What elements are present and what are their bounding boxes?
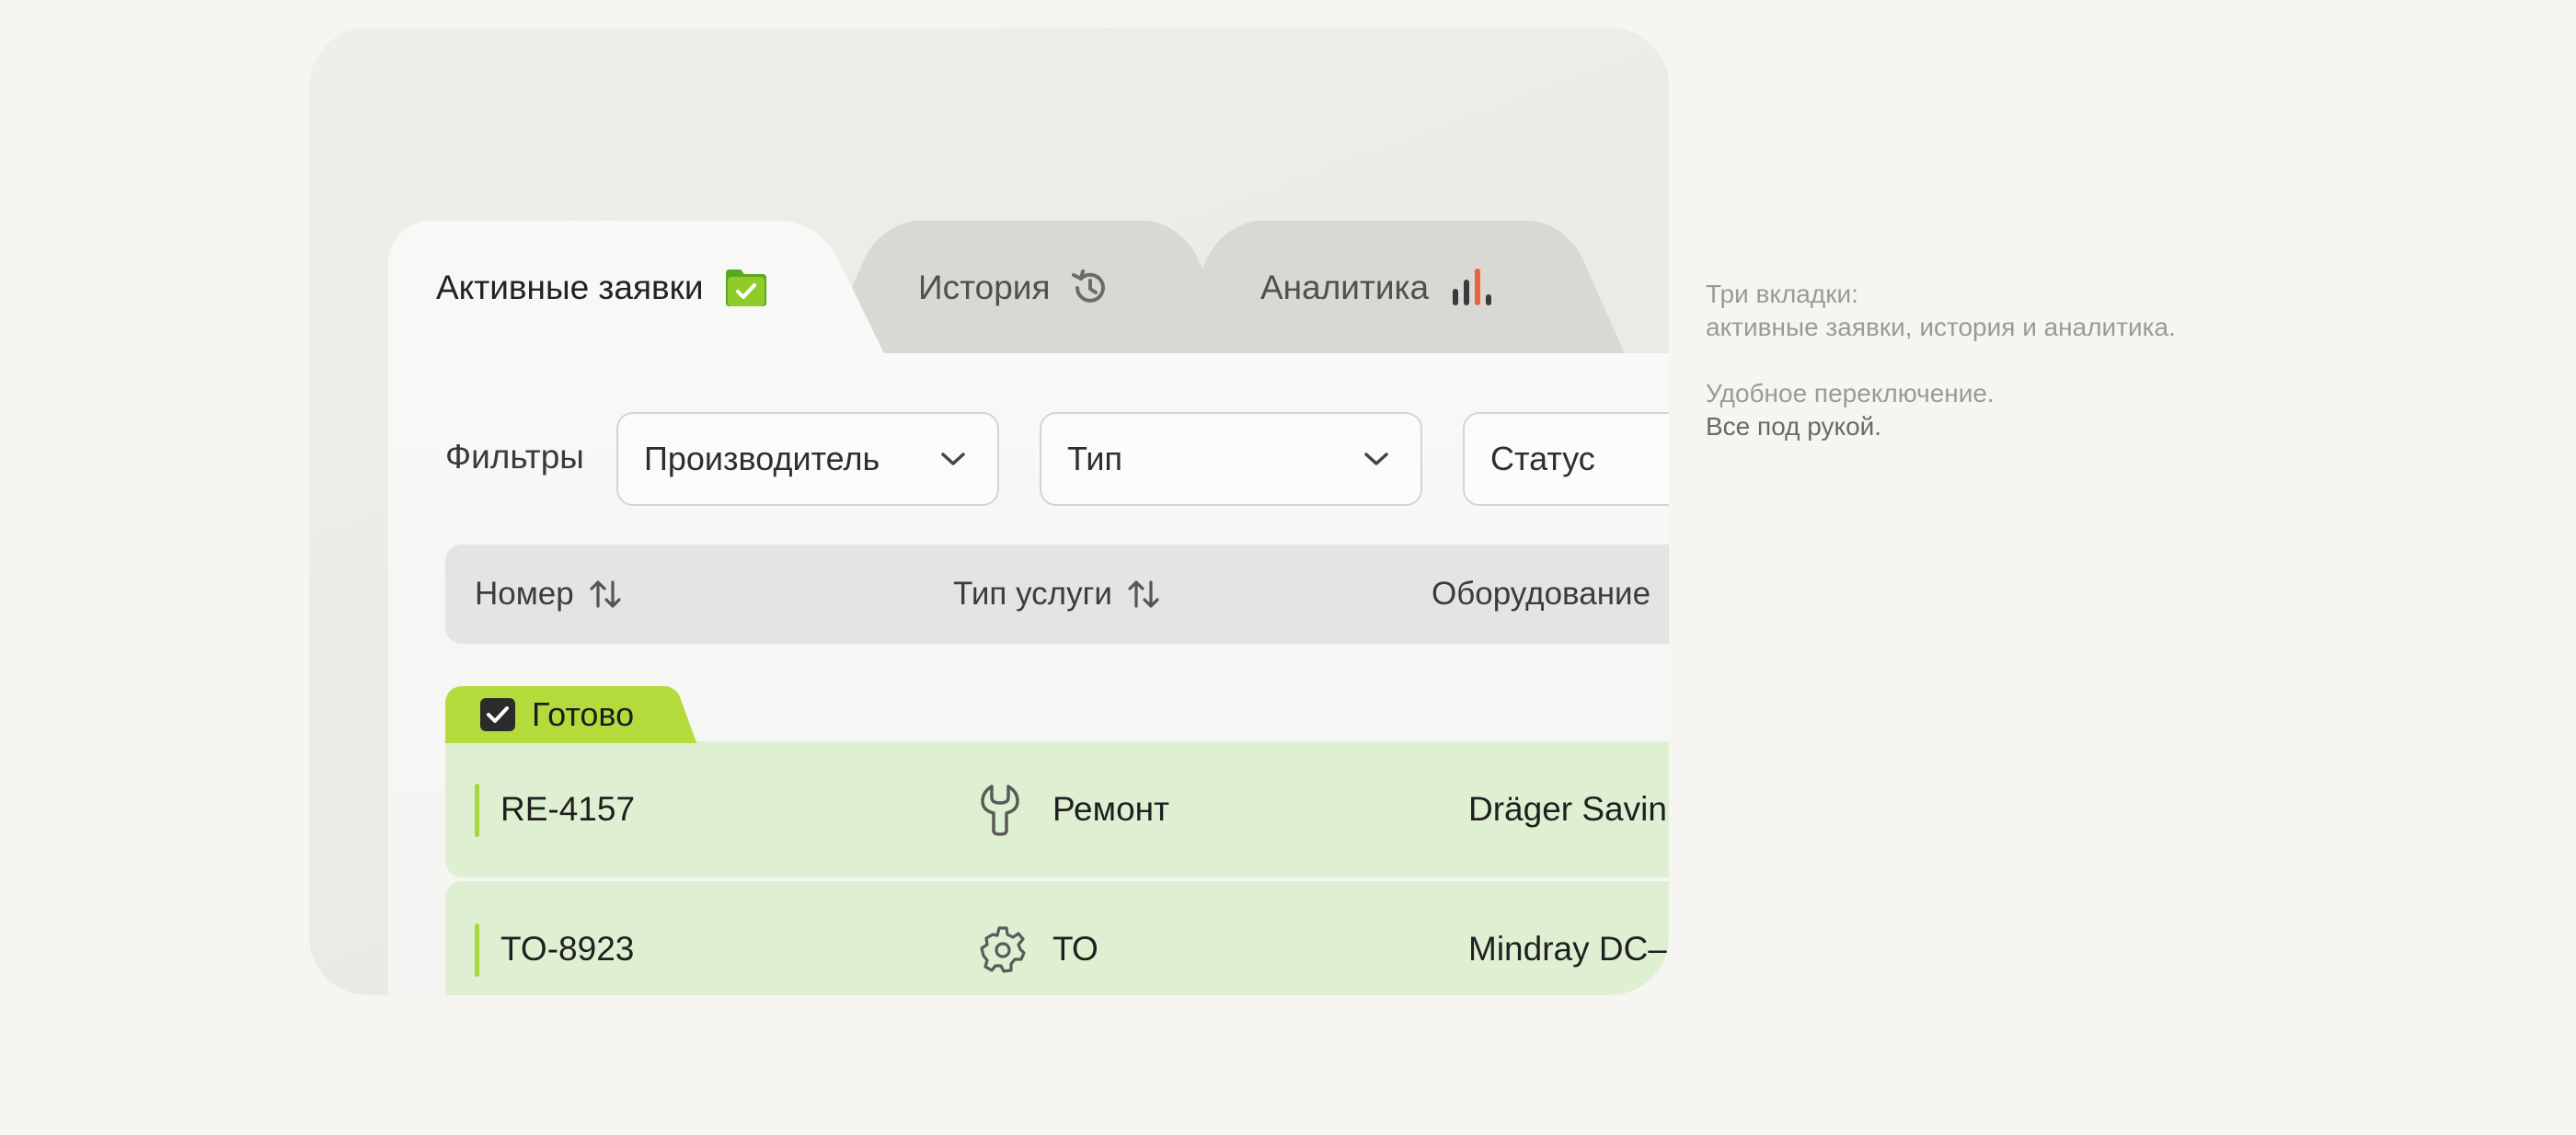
caption-line: Три вкладки:: [1706, 280, 1858, 308]
group-label: Готово: [532, 695, 635, 733]
bar-chart-icon: [1449, 267, 1493, 309]
column-label: Номер: [475, 576, 574, 612]
request-number: RE-4157: [500, 790, 636, 828]
side-caption: Три вкладки: активные заявки, история и …: [1706, 278, 2176, 443]
tab-label: История: [918, 268, 1051, 306]
column-equipment[interactable]: Оборудование: [1432, 545, 1650, 644]
row-marker: [475, 923, 479, 977]
column-label: Тип услуги: [953, 576, 1112, 612]
filters-label: Фильтры: [445, 438, 584, 476]
table-row[interactable]: RE-4157 Ремонт Dräger Savin: [445, 741, 1669, 877]
tab-label: Активные заявки: [436, 268, 704, 306]
chevron-down-icon: [940, 451, 966, 467]
tab-active-requests[interactable]: Активные заявки: [388, 221, 821, 354]
status-dropdown[interactable]: Статус: [1463, 412, 1669, 506]
tab-label: Аналитика: [1260, 268, 1430, 306]
sort-icon[interactable]: [1127, 579, 1160, 610]
chevron-down-icon: [1363, 451, 1389, 467]
table-header: Номер Тип услуги Оборудование: [445, 545, 1669, 644]
type-dropdown[interactable]: Тип: [1040, 412, 1422, 506]
requests-panel: Фильтры Производитель Тип Статус Номер Т…: [388, 353, 1669, 995]
status-group-badge: Готово: [445, 686, 666, 743]
gear-icon: [979, 881, 1027, 995]
row-marker: [475, 784, 479, 837]
column-label: Оборудование: [1432, 576, 1651, 612]
manufacturer-dropdown[interactable]: Производитель: [616, 412, 999, 506]
equipment-name: Dräger Savin: [1468, 790, 1667, 828]
service-type: ТО: [1052, 930, 1098, 968]
caption-line: Удобное переключение.: [1706, 379, 1995, 407]
sort-icon[interactable]: [589, 579, 622, 610]
caption-line: активные заявки, история и аналитика.: [1706, 313, 2176, 341]
wrench-icon: [979, 741, 1021, 877]
history-icon: [1070, 268, 1110, 308]
checkbox-icon: [478, 696, 517, 733]
dropdown-label: Статус: [1490, 440, 1595, 477]
dropdown-label: Тип: [1067, 440, 1123, 477]
service-type: Ремонт: [1052, 790, 1170, 828]
column-service-type[interactable]: Тип услуги: [953, 545, 1160, 644]
tab-analytics[interactable]: Аналитика: [1222, 221, 1568, 354]
request-number: TO-8923: [500, 930, 635, 968]
equipment-name: Mindray DC–: [1468, 930, 1667, 968]
table-row[interactable]: TO-8923 ТО Mindray DC–: [445, 881, 1669, 995]
column-number[interactable]: Номер: [475, 545, 622, 644]
dropdown-label: Производитель: [644, 440, 880, 477]
folder-check-icon: [724, 268, 768, 308]
caption-line: Все под рукой.: [1706, 412, 1882, 441]
tab-history[interactable]: История: [880, 221, 1183, 354]
product-card: Активные заявки История Аналитика Фильтр…: [309, 28, 1669, 995]
